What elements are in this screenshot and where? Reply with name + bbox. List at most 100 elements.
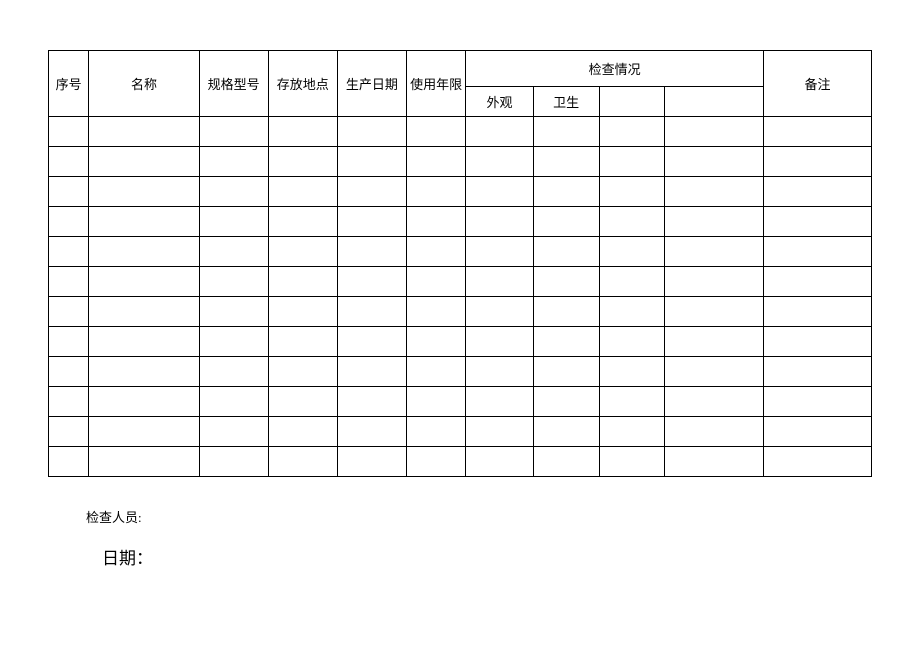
cell-loc xyxy=(268,297,337,327)
cell-seq xyxy=(49,117,89,147)
col-header-spec: 规格型号 xyxy=(199,51,268,117)
cell-seq xyxy=(49,357,89,387)
cell-s1 xyxy=(466,237,533,267)
cell-remark xyxy=(764,297,872,327)
table-row xyxy=(49,147,872,177)
cell-seq xyxy=(49,327,89,357)
cell-s4 xyxy=(665,237,764,267)
cell-name xyxy=(89,297,199,327)
cell-s4 xyxy=(665,447,764,477)
cell-s4 xyxy=(665,267,764,297)
cell-spec xyxy=(199,417,268,447)
col-header-location: 存放地点 xyxy=(268,51,337,117)
cell-spec xyxy=(199,327,268,357)
cell-s1 xyxy=(466,387,533,417)
cell-s1 xyxy=(466,327,533,357)
cell-s1 xyxy=(466,117,533,147)
cell-name xyxy=(89,237,199,267)
cell-s4 xyxy=(665,207,764,237)
date-label: 日期： xyxy=(48,544,872,569)
cell-remark xyxy=(764,417,872,447)
cell-s1 xyxy=(466,417,533,447)
cell-spec xyxy=(199,177,268,207)
cell-remark xyxy=(764,267,872,297)
cell-seq xyxy=(49,387,89,417)
col-sub-hygiene: 卫生 xyxy=(533,87,599,117)
cell-date xyxy=(337,297,406,327)
cell-life xyxy=(406,237,465,267)
cell-remark xyxy=(764,207,872,237)
cell-loc xyxy=(268,177,337,207)
cell-spec xyxy=(199,447,268,477)
table-row xyxy=(49,177,872,207)
cell-s1 xyxy=(466,147,533,177)
cell-s2 xyxy=(533,177,599,207)
cell-s4 xyxy=(665,327,764,357)
cell-spec xyxy=(199,117,268,147)
cell-name xyxy=(89,177,199,207)
col-sub-4 xyxy=(665,87,764,117)
cell-life xyxy=(406,297,465,327)
table-row xyxy=(49,117,872,147)
cell-s3 xyxy=(599,297,665,327)
cell-remark xyxy=(764,177,872,207)
cell-seq xyxy=(49,177,89,207)
cell-seq xyxy=(49,267,89,297)
table-row xyxy=(49,267,872,297)
cell-seq xyxy=(49,147,89,177)
table-row xyxy=(49,447,872,477)
cell-loc xyxy=(268,387,337,417)
cell-name xyxy=(89,147,199,177)
cell-life xyxy=(406,327,465,357)
cell-s2 xyxy=(533,267,599,297)
table-row xyxy=(49,417,872,447)
cell-seq xyxy=(49,417,89,447)
cell-remark xyxy=(764,147,872,177)
cell-s1 xyxy=(466,177,533,207)
cell-s3 xyxy=(599,387,665,417)
cell-spec xyxy=(199,387,268,417)
cell-seq xyxy=(49,207,89,237)
cell-remark xyxy=(764,327,872,357)
cell-date xyxy=(337,267,406,297)
cell-life xyxy=(406,177,465,207)
cell-loc xyxy=(268,327,337,357)
cell-life xyxy=(406,207,465,237)
cell-seq xyxy=(49,447,89,477)
col-header-seq: 序号 xyxy=(49,51,89,117)
cell-s2 xyxy=(533,447,599,477)
cell-s4 xyxy=(665,387,764,417)
cell-date xyxy=(337,237,406,267)
cell-s3 xyxy=(599,177,665,207)
table-row xyxy=(49,387,872,417)
col-header-name: 名称 xyxy=(89,51,199,117)
cell-s4 xyxy=(665,417,764,447)
cell-s4 xyxy=(665,357,764,387)
cell-remark xyxy=(764,237,872,267)
col-header-lifetime: 使用年限 xyxy=(406,51,465,117)
cell-name xyxy=(89,447,199,477)
cell-loc xyxy=(268,207,337,237)
cell-life xyxy=(406,357,465,387)
cell-s3 xyxy=(599,117,665,147)
cell-date xyxy=(337,417,406,447)
cell-s1 xyxy=(466,267,533,297)
cell-spec xyxy=(199,297,268,327)
cell-s2 xyxy=(533,417,599,447)
cell-loc xyxy=(268,417,337,447)
cell-date xyxy=(337,207,406,237)
table-row xyxy=(49,237,872,267)
cell-date xyxy=(337,147,406,177)
cell-s1 xyxy=(466,207,533,237)
cell-seq xyxy=(49,297,89,327)
table-row xyxy=(49,207,872,237)
cell-remark xyxy=(764,357,872,387)
col-sub-appearance: 外观 xyxy=(466,87,533,117)
cell-name xyxy=(89,387,199,417)
cell-name xyxy=(89,357,199,387)
cell-s2 xyxy=(533,147,599,177)
col-header-inspection: 检查情况 xyxy=(466,51,764,87)
cell-s2 xyxy=(533,117,599,147)
cell-s3 xyxy=(599,357,665,387)
cell-s4 xyxy=(665,117,764,147)
